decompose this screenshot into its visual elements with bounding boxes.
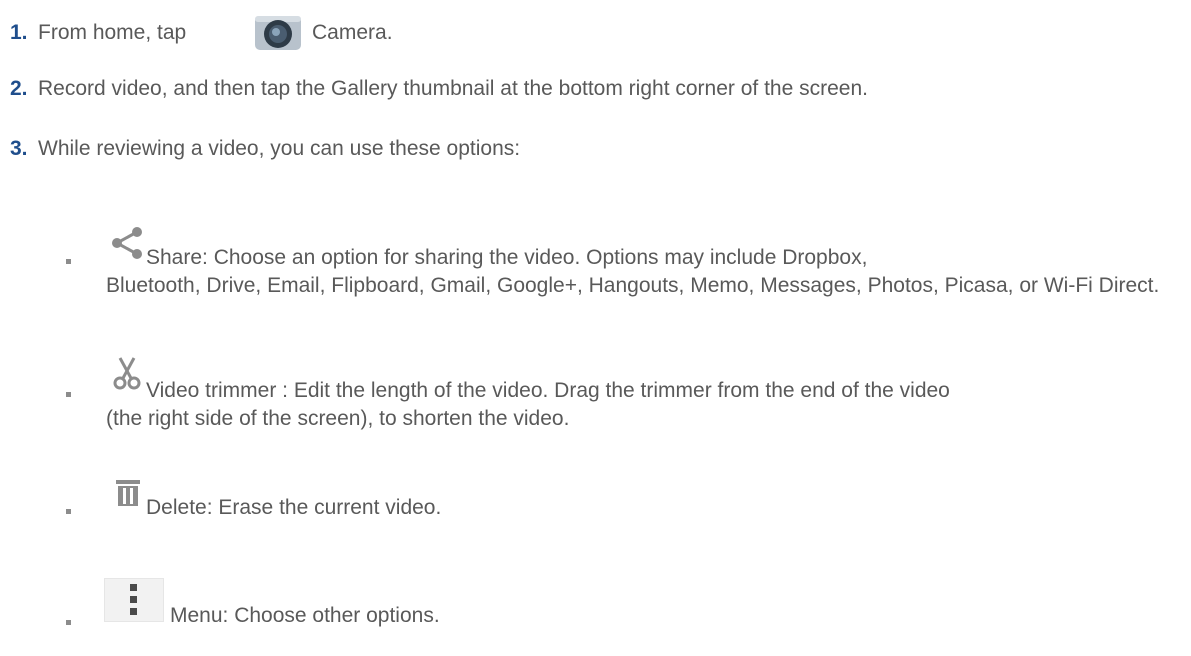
step-text-after: Camera. [312,21,393,44]
option-desc-rest: Bluetooth, Drive, Email, Flipboard, Gmai… [106,274,1160,297]
option-line-1: Menu: Choose other options. [106,602,1181,630]
step-2: 2. Record video, and then tap the Galler… [0,74,1191,104]
bullet [66,509,71,514]
step-text: Record video, and then tap the Gallery t… [38,77,868,100]
option-label: Video trimmer [146,379,277,402]
bullet [66,620,71,625]
step-number: 3. [10,137,28,160]
option-label: Delete [146,496,207,519]
option-line-1: Delete: Erase the current video. [106,494,1181,522]
step-text-before: From home, tap [38,21,187,44]
step-number: 2. [10,77,28,100]
step-text: From home, tap [38,21,186,45]
option-label: Menu [170,604,223,627]
step-3: 3. While reviewing a video, you can use … [0,134,1191,164]
option-desc: : Choose an option for sharing the video… [202,246,868,269]
option-desc-rest: (the right side of the screen), to short… [106,407,570,430]
option-desc: : Erase the current video. [206,496,442,519]
step-1: 1. From home, tap Camera. [0,12,1191,52]
bullet [66,392,71,397]
option-desc: : Edit the length of the video. Drag the… [276,379,950,402]
option-line-1: Video trimmer : Edit the length of the v… [106,377,1181,405]
camera-icon [255,16,301,50]
option-line-1: Share: Choose an option for sharing the … [106,244,1181,272]
step-text: While reviewing a video, you can use the… [38,137,521,160]
option-desc: : Choose other options. [222,604,440,627]
step-number: 1. [10,21,28,44]
option-label: Share [146,246,203,269]
bullet [66,259,71,264]
